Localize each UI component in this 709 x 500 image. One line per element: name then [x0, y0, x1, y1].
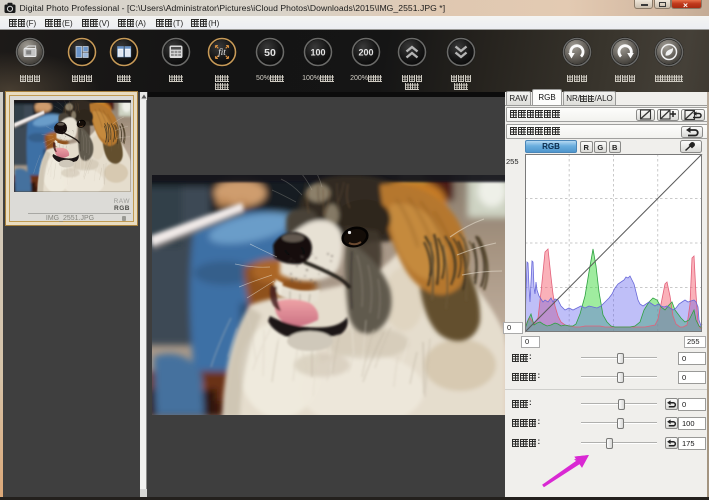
svg-text:200: 200 — [358, 48, 373, 58]
svg-text:100: 100 — [310, 48, 325, 58]
svg-text:50: 50 — [264, 47, 276, 59]
svg-text:fit: fit — [218, 47, 226, 57]
